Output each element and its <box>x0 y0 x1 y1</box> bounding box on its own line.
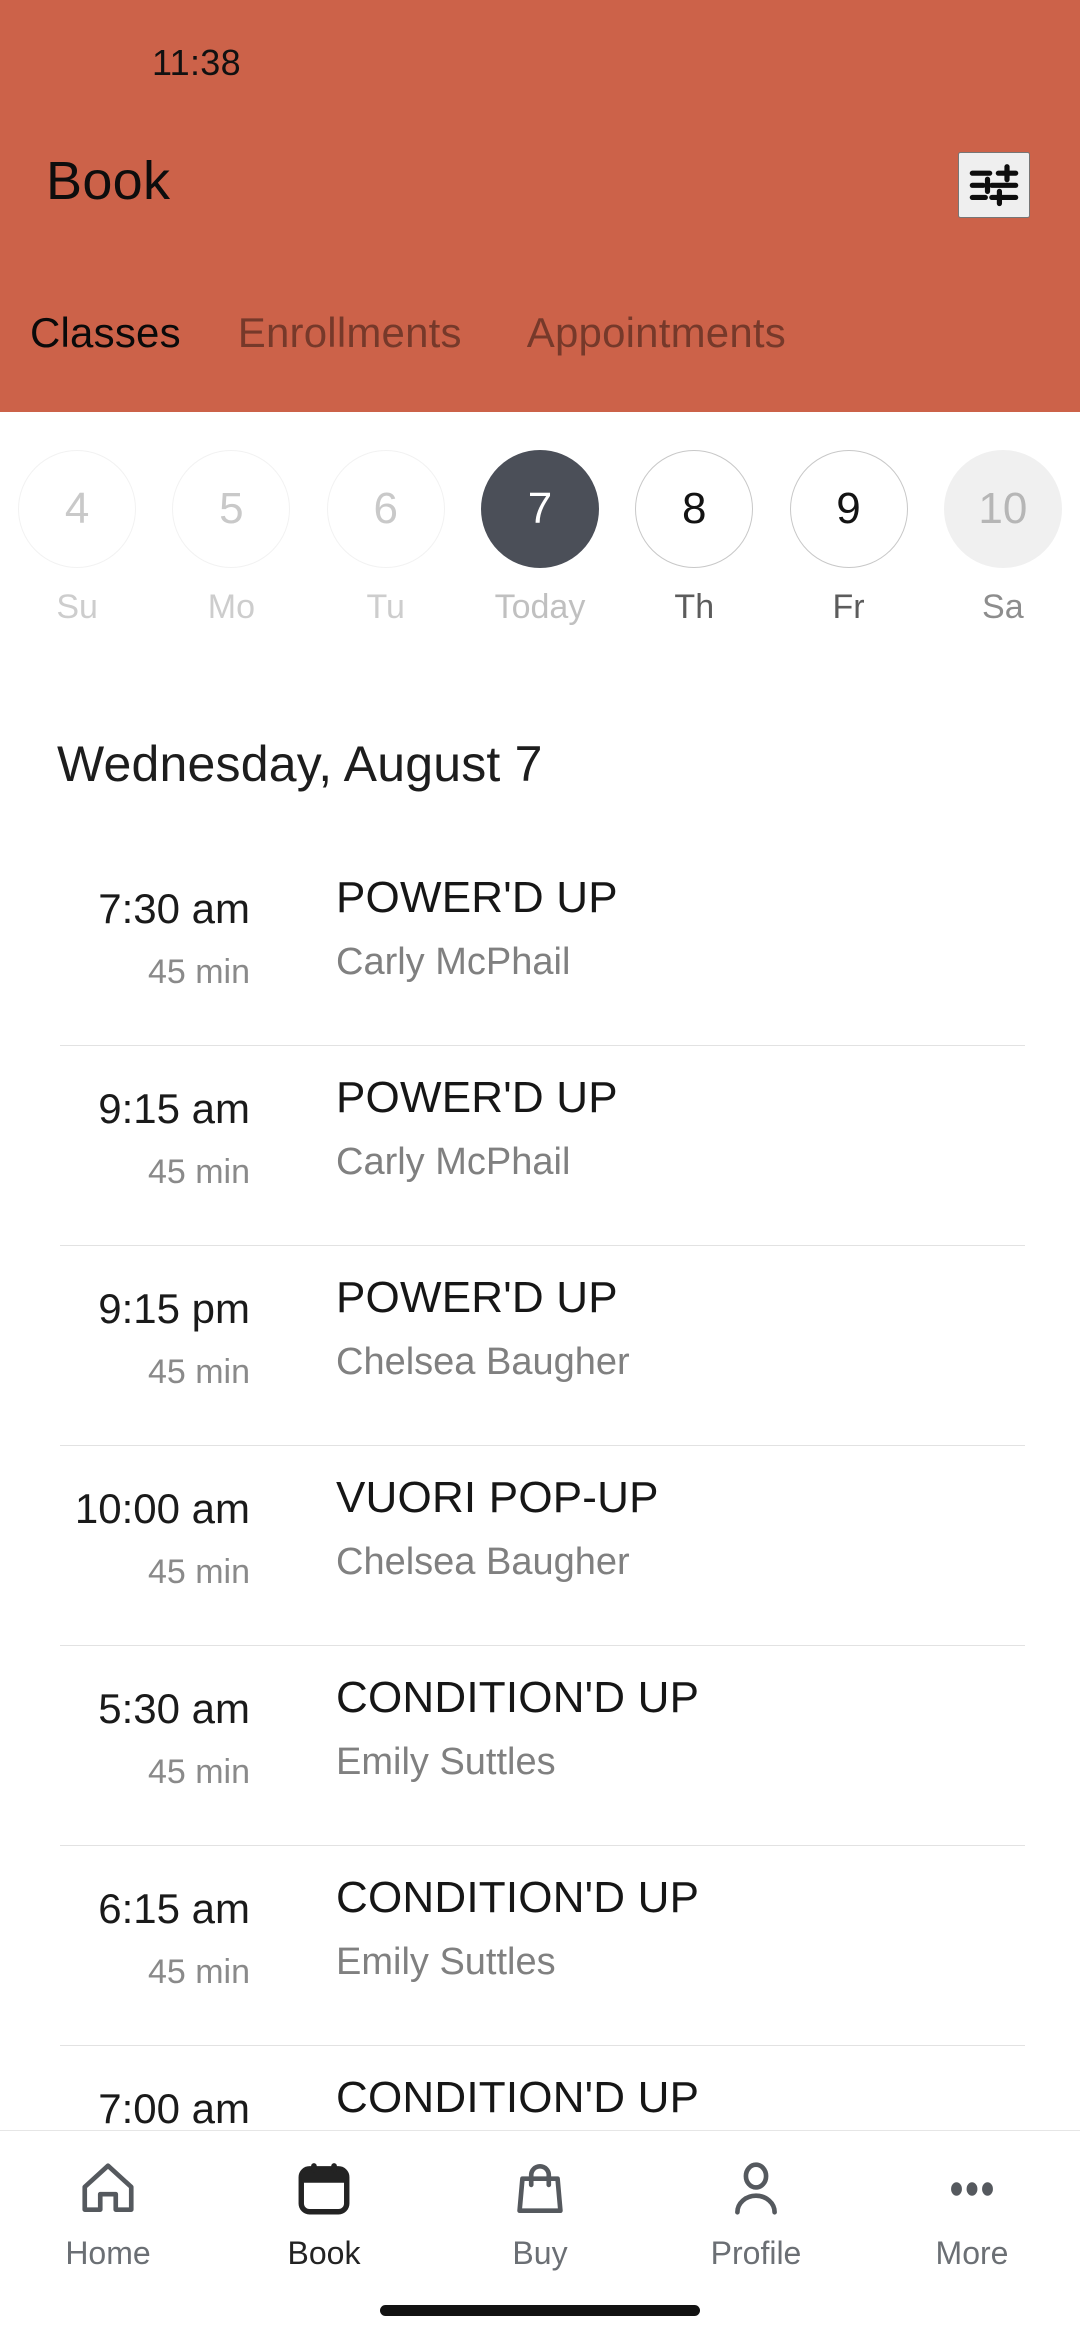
class-title: CONDITION'D UP <box>336 1873 700 1922</box>
date-number: 5 <box>172 450 291 568</box>
date-cell-4[interactable]: 4 Su <box>0 450 154 627</box>
date-weekday: Today <box>494 588 586 626</box>
class-instructor: Carly McPhail <box>336 1141 571 1183</box>
nav-label: More <box>935 2235 1009 2271</box>
dots-icon <box>939 2153 1005 2225</box>
class-time: 5:30 am <box>98 1685 250 1732</box>
class-duration: 45 min <box>147 1153 250 1191</box>
class-title: VUORI POP-UP <box>336 1473 659 1522</box>
class-row[interactable]: 10:00 am 45 min VUORI POP-UP Chelsea Bau… <box>0 1445 1080 1645</box>
person-icon <box>723 2153 789 2225</box>
class-title: POWER'D UP <box>336 1073 618 1122</box>
page-title: Book <box>46 151 171 211</box>
nav-item-more[interactable]: More <box>864 2153 1080 2272</box>
filter-button[interactable] <box>958 152 1030 218</box>
class-row[interactable]: 5:30 am 45 min CONDITION'D UP Emily Sutt… <box>0 1645 1080 1845</box>
class-row[interactable]: 7:00 am CONDITION'D UP <box>0 2045 1080 2140</box>
class-time: 9:15 pm <box>98 1285 250 1332</box>
bottom-navigation-bar: Home Book Buy Profile More <box>0 2130 1080 2340</box>
nav-item-profile[interactable]: Profile <box>648 2153 864 2272</box>
class-instructor: Chelsea Baugher <box>336 1341 630 1383</box>
home-icon <box>75 2153 141 2225</box>
class-duration: 45 min <box>147 953 250 991</box>
status-bar: 11:38 <box>0 0 1080 110</box>
date-selector-strip[interactable]: 4 Su 5 Mo 6 Tu 7 Today 8 Th 9 Fr 10 Sa <box>0 412 1080 652</box>
class-duration: 45 min <box>147 1753 250 1791</box>
class-row[interactable]: 9:15 am 45 min POWER'D UP Carly McPhail <box>0 1045 1080 1245</box>
class-time: 7:00 am <box>98 2085 250 2132</box>
class-time: 10:00 am <box>74 1485 250 1532</box>
nav-label: Book <box>287 2235 361 2271</box>
date-cell-5[interactable]: 5 Mo <box>154 450 308 627</box>
nav-label: Home <box>65 2235 151 2271</box>
class-time: 6:15 am <box>98 1885 250 1932</box>
class-duration: 45 min <box>147 1553 250 1591</box>
date-cell-9[interactable]: 9 Fr <box>771 450 925 627</box>
date-weekday: Th <box>674 588 715 626</box>
class-instructor: Emily Suttles <box>336 1741 556 1783</box>
class-title: POWER'D UP <box>336 873 618 922</box>
date-number: 8 <box>635 450 754 568</box>
status-bar-clock: 11:38 <box>152 42 241 83</box>
app-screen: 11:38 Book Classes Enrollments Appointme… <box>0 0 1080 2340</box>
class-instructor: Chelsea Baugher <box>336 1541 630 1583</box>
date-cell-10[interactable]: 10 Sa <box>926 450 1080 627</box>
date-cell-6[interactable]: 6 Tu <box>309 450 463 627</box>
tune-icon <box>966 158 1022 213</box>
class-duration: 45 min <box>147 1953 250 1991</box>
nav-label: Buy <box>512 2235 568 2271</box>
tab-enrollments[interactable]: Enrollments <box>238 312 462 354</box>
date-number: 10 <box>943 450 1062 568</box>
calendar-icon <box>291 2153 357 2225</box>
date-number: 6 <box>326 450 445 568</box>
date-weekday: Su <box>56 588 98 626</box>
date-number: 7 <box>480 450 599 568</box>
nav-item-book[interactable]: Book <box>216 2153 432 2272</box>
date-weekday: Mo <box>207 588 256 626</box>
home-indicator <box>380 2305 700 2316</box>
date-weekday: Sa <box>982 588 1024 626</box>
tab-classes[interactable]: Classes <box>30 312 181 354</box>
class-row[interactable]: 7:30 am 45 min POWER'D UP Carly McPhail <box>0 845 1080 1045</box>
date-weekday: Fr <box>832 588 865 626</box>
bag-icon <box>507 2153 573 2225</box>
date-cell-7-today-selected[interactable]: 7 Today <box>463 450 617 627</box>
date-cell-8[interactable]: 8 Th <box>617 450 771 627</box>
class-title: CONDITION'D UP <box>336 1673 700 1722</box>
header-tabs: Classes Enrollments Appointments <box>0 312 1080 382</box>
nav-item-home[interactable]: Home <box>0 2153 216 2272</box>
class-instructor: Carly McPhail <box>336 941 571 983</box>
app-header: 11:38 Book Classes Enrollments Appointme… <box>0 0 1080 412</box>
class-list[interactable]: 7:30 am 45 min POWER'D UP Carly McPhail … <box>0 845 1080 2140</box>
tab-appointments[interactable]: Appointments <box>527 312 786 354</box>
class-row[interactable]: 6:15 am 45 min CONDITION'D UP Emily Sutt… <box>0 1845 1080 2045</box>
title-bar: Book <box>0 150 1080 260</box>
nav-item-buy[interactable]: Buy <box>432 2153 648 2272</box>
class-instructor: Emily Suttles <box>336 1941 556 1983</box>
class-title: POWER'D UP <box>336 1273 618 1322</box>
class-duration: 45 min <box>147 1353 250 1391</box>
class-row[interactable]: 9:15 pm 45 min POWER'D UP Chelsea Baughe… <box>0 1245 1080 1445</box>
class-time: 9:15 am <box>98 1085 250 1132</box>
class-title: CONDITION'D UP <box>336 2073 700 2122</box>
day-heading: Wednesday, August 7 <box>57 736 543 792</box>
date-number: 4 <box>18 450 137 568</box>
date-weekday: Tu <box>366 588 405 626</box>
date-number: 9 <box>789 450 908 568</box>
class-time: 7:30 am <box>98 885 250 932</box>
nav-label: Profile <box>710 2235 802 2271</box>
